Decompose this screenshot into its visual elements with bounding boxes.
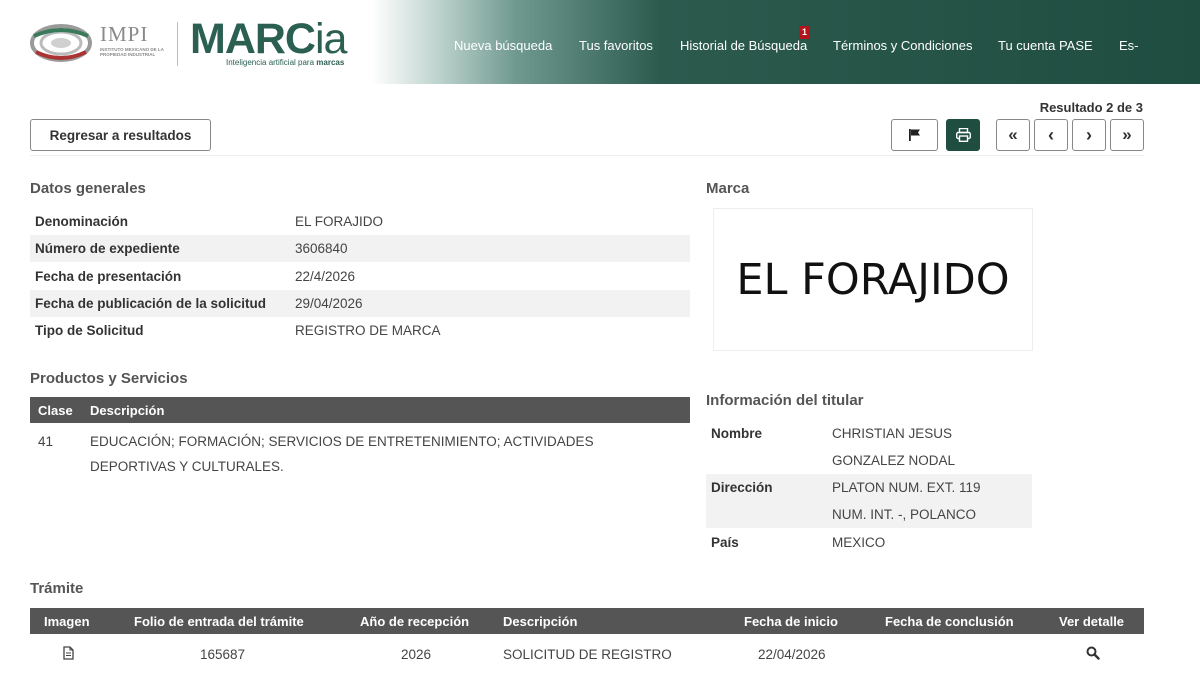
nav-nueva-busqueda[interactable]: Nueva búsqueda (454, 38, 552, 53)
datos-key: Tipo de Solicitud (35, 323, 144, 338)
header-imagen: Imagen (44, 613, 90, 629)
fecha-inicio-value: 22/04/2026 (758, 647, 826, 662)
nav-terminos[interactable]: Términos y Condiciones (833, 38, 972, 53)
datos-value: 22/4/2026 (295, 269, 356, 284)
tramite-title: Trámite (30, 580, 84, 597)
header-descripcion: Descripción (503, 613, 578, 629)
header-anio: Año de recepción (360, 613, 470, 629)
last-icon: » (1122, 125, 1132, 144)
datos-value: 29/04/2026 (295, 296, 363, 311)
titular-value: MEXICO (832, 529, 885, 556)
top-header: IMPI Instituto Mexicano de la Propiedad … (0, 0, 1200, 84)
descripcion-line-1: EDUCACIÓN; FORMACIÓN; SERVICIOS DE ENTRE… (90, 434, 594, 449)
folio-value: 165687 (200, 647, 246, 662)
marcia-wordmark: MARCia (190, 15, 347, 63)
history-count-badge: 1 (799, 26, 810, 39)
titular-key: País (711, 535, 739, 550)
titular-value-line: CHRISTIAN JESUS (832, 426, 953, 441)
descripcion-line-2: DEPORTIVAS Y CULTURALES. (90, 459, 284, 474)
print-button[interactable] (946, 119, 980, 151)
language-selector[interactable]: Es- (1119, 38, 1139, 53)
marcia-tagline-prefix: Inteligencia artificial para (226, 58, 317, 67)
logo-divider (177, 22, 178, 66)
productos-title: Productos y Servicios (30, 370, 188, 387)
marca-image: EL FORAJIDO (713, 208, 1033, 351)
nav-cuenta-pase[interactable]: Tu cuenta PASE (998, 38, 1093, 53)
datos-generales-title: Datos generales (30, 180, 146, 197)
impi-wordmark: IMPI (100, 22, 149, 46)
datos-key: Denominación (35, 214, 129, 229)
result-counter: Resultado 2 de 3 (1039, 100, 1143, 115)
header-ver-detalle: Ver detalle (1059, 613, 1125, 629)
datos-row-tipo-solicitud: Tipo de Solicitud REGISTRO DE MARCA (30, 317, 690, 344)
header-descripcion: Descripción (90, 402, 165, 418)
titular-value-line: GONZALEZ NODAL (832, 453, 956, 468)
titular-value: PLATON NUM. EXT. 119 NUM. INT. -, POLANC… (832, 474, 981, 528)
impi-subtitle: Instituto Mexicano de la Propiedad Indus… (100, 47, 164, 57)
titular-row-direccion: Dirección PLATON NUM. EXT. 119 NUM. INT.… (706, 474, 1032, 528)
datos-value: 3606840 (295, 241, 348, 256)
datos-value: EL FORAJIDO (295, 214, 384, 229)
header-folio: Folio de entrada del trámite (134, 613, 304, 629)
datos-key: Fecha de presentación (35, 269, 182, 284)
anio-value: 2026 (401, 647, 432, 662)
titular-value: CHRISTIAN JESUS GONZALEZ NODAL (832, 420, 955, 474)
header-fecha-inicio: Fecha de inicio (744, 613, 838, 629)
header-clase: Clase (38, 402, 73, 418)
marca-image-text: EL FORAJIDO (736, 254, 1010, 305)
titular-key: Nombre (711, 426, 763, 441)
previous-result-button[interactable]: ‹ (1034, 119, 1068, 151)
titular-row-nombre: Nombre CHRISTIAN JESUS GONZALEZ NODAL (706, 420, 1032, 474)
titular-title: Información del titular (706, 392, 864, 409)
next-result-button[interactable]: › (1072, 119, 1106, 151)
datos-key: Número de expediente (35, 241, 180, 256)
datos-value: REGISTRO DE MARCA (295, 323, 441, 338)
nav-tus-favoritos[interactable]: Tus favoritos (579, 38, 653, 53)
next-icon: › (1086, 124, 1092, 145)
tramite-table-header: Imagen Folio de entrada del trámite Año … (30, 608, 1144, 634)
prev-icon: ‹ (1048, 124, 1054, 145)
titular-row-pais: País MEXICO (706, 529, 1032, 556)
flag-button[interactable] (891, 119, 938, 151)
titular-value-line: MEXICO (832, 535, 886, 550)
datos-row-fecha-publicacion: Fecha de publicación de la solicitud 29/… (30, 290, 690, 317)
descripcion-value: SOLICITUD DE REGISTRO (503, 647, 672, 662)
marcia-tagline-bold: marcas (316, 58, 345, 67)
titular-key: Dirección (711, 480, 773, 495)
nav-historial[interactable]: Historial de Búsqueda (680, 38, 807, 53)
datos-row-denominacion: Denominación EL FORAJIDO (30, 208, 690, 235)
flag-icon (908, 129, 920, 141)
titular-value-line: PLATON NUM. EXT. 119 (832, 480, 981, 495)
document-icon[interactable] (63, 646, 74, 663)
first-icon: « (1008, 125, 1018, 144)
titular-value-line: NUM. INT. -, POLANCO (832, 507, 977, 522)
header-fecha-conclusion: Fecha de conclusión (885, 613, 1014, 629)
search-icon[interactable] (1086, 646, 1100, 663)
print-icon (955, 128, 971, 142)
impi-logo[interactable]: IMPI Instituto Mexicano de la Propiedad … (30, 20, 180, 68)
impi-emblem-icon (30, 24, 92, 62)
clase-value: 41 (38, 434, 54, 449)
last-result-button[interactable]: » (1110, 119, 1144, 151)
productos-table-header: Clase Descripción (30, 397, 690, 423)
datos-row-fecha-presentacion: Fecha de presentación 22/4/2026 (30, 263, 690, 290)
marcia-ia: ia (314, 15, 347, 63)
marcia-logo[interactable]: MARCia Inteligencia artificial para marc… (190, 15, 347, 72)
toolbar-divider (30, 155, 1144, 156)
back-to-results-button[interactable]: Regresar a resultados (30, 119, 211, 151)
datos-key: Fecha de publicación de la solicitud (35, 296, 267, 311)
first-result-button[interactable]: « (996, 119, 1030, 151)
marca-title: Marca (706, 180, 750, 197)
datos-row-expediente: Número de expediente 3606840 (30, 235, 690, 262)
marcia-tagline: Inteligencia artificial para marcas (226, 58, 344, 67)
marcia-main: MARC (190, 15, 316, 63)
